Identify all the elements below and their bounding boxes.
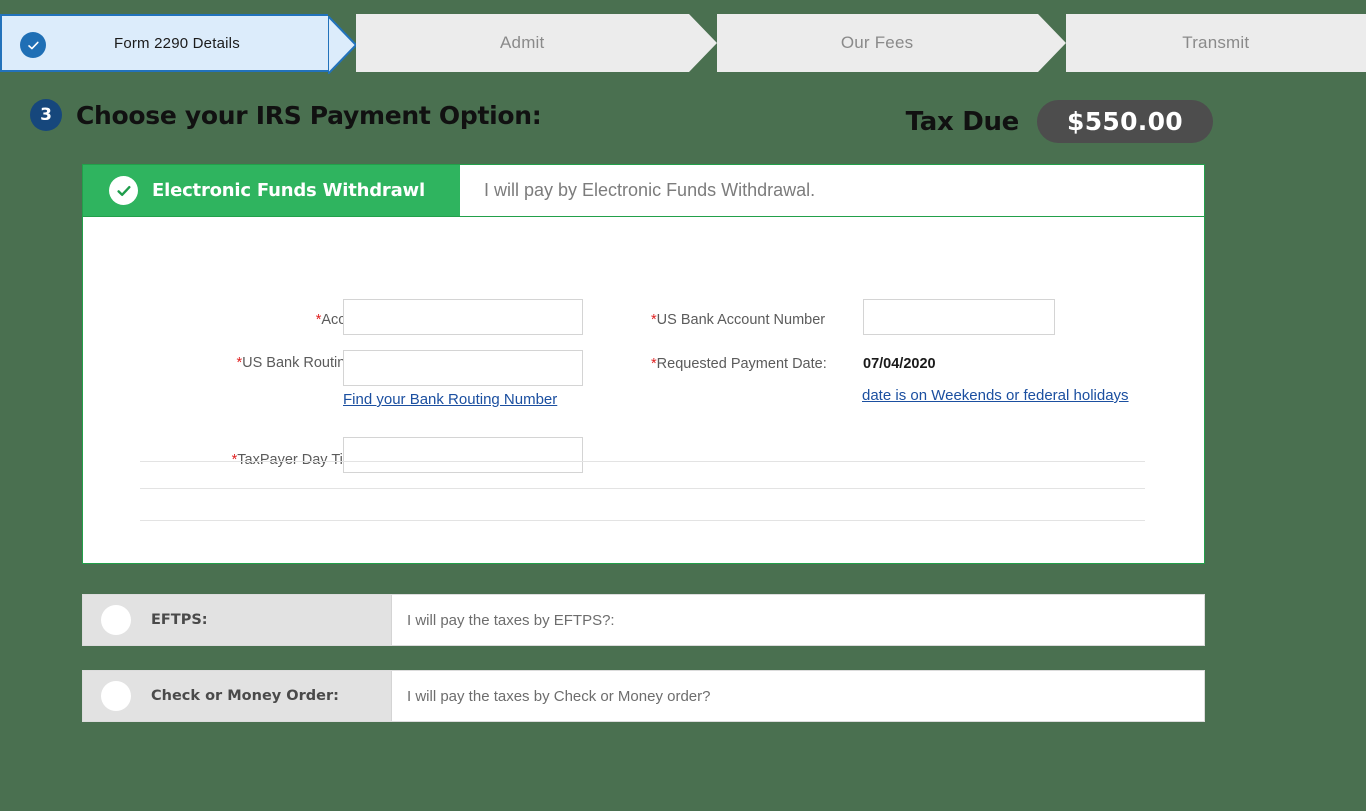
section-heading: 3 Choose your IRS Payment Option: xyxy=(30,96,542,134)
efw-option-selector[interactable]: Electronic Funds Withdrawl xyxy=(83,165,460,216)
routing-number-input[interactable] xyxy=(343,350,583,386)
page-title: Choose your IRS Payment Option: xyxy=(76,100,542,130)
payment-date-label: *Requested Payment Date: xyxy=(651,356,827,372)
eftps-label: EFTPS: xyxy=(151,612,208,628)
efw-description: I will pay by Electronic Funds Withdrawa… xyxy=(484,180,816,200)
step-label: Form 2290 Details xyxy=(113,34,240,52)
form-divider xyxy=(140,461,1145,462)
efw-header[interactable]: Electronic Funds Withdrawl I will pay by… xyxy=(83,165,1204,217)
payment-date-value: 07/04/2020 xyxy=(863,356,936,372)
account-number-input[interactable] xyxy=(863,299,1055,335)
step-chevron-icon xyxy=(1037,14,1066,72)
account-number-label: *US Bank Account Number xyxy=(651,312,826,328)
step-transmit[interactable]: Transmit xyxy=(1065,14,1366,72)
step-label: Transmit xyxy=(1182,33,1250,52)
efw-form: *Account Type: *US Bank Routing Number: … xyxy=(83,217,1204,565)
check-money-order-selector[interactable]: Check or Money Order: xyxy=(83,671,392,721)
step-label: Our Fees xyxy=(840,33,914,52)
eftps-description: I will pay the taxes by EFTPS?: xyxy=(407,611,615,629)
step-form-2290-details[interactable]: Form 2290 Details xyxy=(0,14,356,74)
radio-button-icon[interactable] xyxy=(101,605,131,635)
progress-stepper: Form 2290 Details Admit Our Fees Transmi… xyxy=(0,14,1366,74)
step-our-fees[interactable]: Our Fees xyxy=(716,14,1066,72)
check-circle-icon xyxy=(20,32,46,58)
eftps-selector[interactable]: EFTPS: xyxy=(83,595,392,645)
tax-due-summary: Tax Due $550.00 xyxy=(906,100,1213,143)
step-chevron-icon xyxy=(688,14,717,72)
eftps-description-area: I will pay the taxes by EFTPS?: xyxy=(392,595,1204,645)
form-divider xyxy=(140,488,1145,489)
check-circle-icon xyxy=(109,176,138,205)
account-type-input[interactable] xyxy=(343,299,583,335)
step-admit[interactable]: Admit xyxy=(355,14,717,72)
tax-due-label: Tax Due xyxy=(905,106,1020,137)
check-money-order-description: I will pay the taxes by Check or Money o… xyxy=(407,687,711,705)
payment-option-check-money-order[interactable]: Check or Money Order: I will pay the tax… xyxy=(82,670,1205,722)
check-money-order-description-area: I will pay the taxes by Check or Money o… xyxy=(392,671,1204,721)
payment-option-eftps[interactable]: EFTPS: I will pay the taxes by EFTPS?: xyxy=(82,594,1205,646)
electronic-funds-withdrawal-panel: Electronic Funds Withdrawl I will pay by… xyxy=(82,164,1205,564)
step-chevron-icon xyxy=(327,16,356,74)
tax-due-amount: $550.00 xyxy=(1037,100,1213,143)
find-routing-number-link[interactable]: Find your Bank Routing Number xyxy=(343,391,557,408)
taxpayer-phone-input[interactable] xyxy=(343,437,583,473)
payment-date-note-link[interactable]: date is on Weekends or federal holidays xyxy=(862,387,1129,404)
step-label: Admit xyxy=(500,33,545,52)
form-divider xyxy=(140,520,1145,521)
efw-title: Electronic Funds Withdrawl xyxy=(152,180,425,201)
efw-description-area: I will pay by Electronic Funds Withdrawa… xyxy=(460,165,1204,216)
radio-button-icon[interactable] xyxy=(101,681,131,711)
check-money-order-label: Check or Money Order: xyxy=(151,688,339,704)
step-number-badge: 3 xyxy=(30,99,62,131)
